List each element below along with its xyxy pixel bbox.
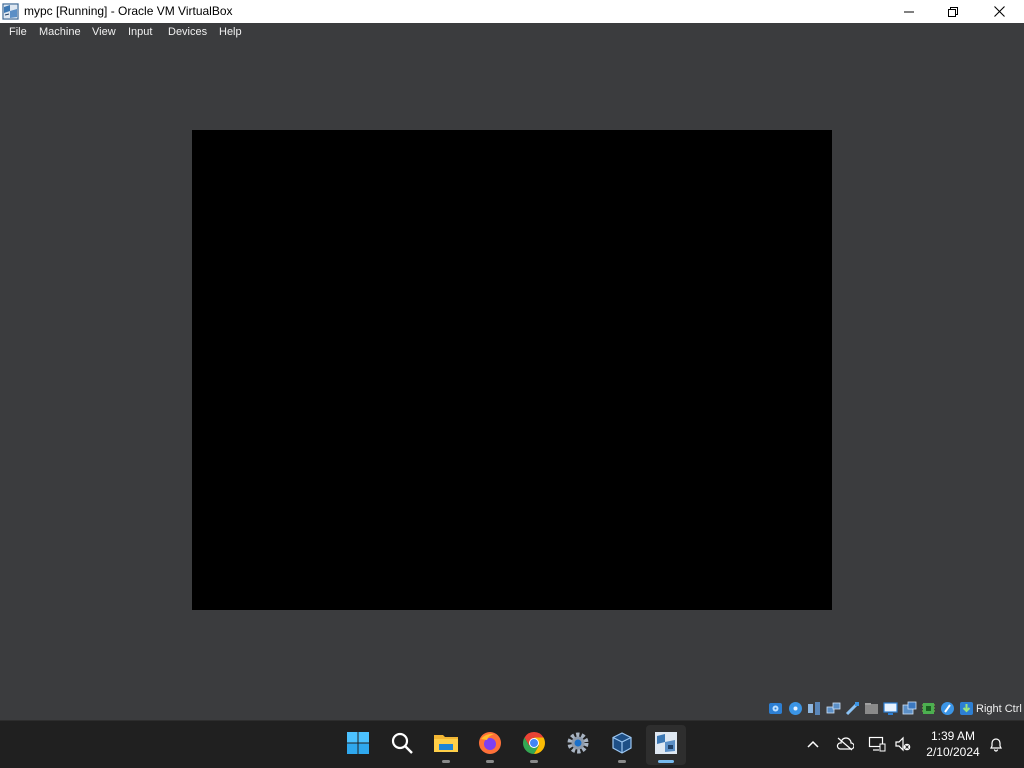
minimize-button[interactable]	[886, 0, 932, 23]
host-key-icon[interactable]	[959, 701, 974, 716]
chrome-button[interactable]	[514, 725, 554, 765]
recording-icon[interactable]	[902, 701, 917, 716]
running-indicator	[442, 760, 450, 763]
network-icon[interactable]	[868, 735, 886, 753]
menu-bar: File Machine View Input Devices Help	[0, 23, 1024, 42]
onedrive-icon[interactable]	[836, 735, 854, 753]
shared-folders-icon[interactable]	[864, 701, 879, 716]
running-indicator	[530, 760, 538, 763]
optical-drive-icon[interactable]	[788, 701, 803, 716]
virtualbox-manager-icon	[610, 731, 634, 759]
menu-view[interactable]: View	[92, 26, 116, 38]
file-explorer-icon	[433, 731, 459, 759]
menu-file[interactable]: File	[9, 26, 27, 38]
close-button[interactable]	[976, 0, 1022, 23]
chrome-icon	[522, 731, 546, 759]
cpu-icon[interactable]	[921, 701, 936, 716]
usb-icon[interactable]	[845, 701, 860, 716]
firefox-icon	[478, 731, 502, 759]
volume-muted-icon[interactable]	[894, 735, 912, 753]
window-title: mypc [Running] - Oracle VM VirtualBox	[24, 4, 233, 18]
running-indicator	[486, 760, 494, 763]
hard-disk-icon[interactable]	[768, 701, 783, 716]
vm-display[interactable]	[192, 130, 832, 610]
start-button[interactable]	[338, 725, 378, 765]
virtualbox-manager-button[interactable]	[602, 725, 642, 765]
virtualbox-icon[interactable]	[2, 3, 19, 20]
virtualbox-vm-button[interactable]	[646, 725, 686, 765]
taskbar	[0, 720, 1024, 768]
audio-icon[interactable]	[807, 701, 822, 716]
title-bar: mypc [Running] - Oracle VM VirtualBox	[0, 0, 1024, 23]
menu-devices[interactable]: Devices	[168, 26, 207, 38]
search-button[interactable]	[382, 725, 422, 765]
active-indicator	[658, 760, 674, 763]
file-explorer-button[interactable]	[426, 725, 466, 765]
restore-button[interactable]	[930, 0, 976, 23]
virtualbox-vm-icon	[654, 731, 678, 759]
menu-machine[interactable]: Machine	[39, 26, 81, 38]
start-icon	[346, 731, 370, 759]
firefox-button[interactable]	[470, 725, 510, 765]
clock-date: 2/10/2024	[926, 745, 980, 759]
show-hidden-icons-chevron[interactable]	[804, 735, 822, 753]
menu-help[interactable]: Help	[219, 26, 242, 38]
settings-icon	[566, 731, 590, 759]
clock-time: 1:39 AM	[930, 729, 976, 743]
clock[interactable]: 1:39 AM 2/10/2024	[920, 728, 986, 760]
host-key-label: Right Ctrl	[976, 703, 1022, 715]
network-icon[interactable]	[826, 701, 841, 716]
mouse-integration-icon[interactable]	[940, 701, 955, 716]
search-icon	[390, 731, 414, 759]
display-icon[interactable]	[883, 701, 898, 716]
menu-input[interactable]: Input	[128, 26, 152, 38]
settings-button[interactable]	[558, 725, 598, 765]
notification-bell-icon[interactable]	[987, 735, 1005, 753]
running-indicator	[618, 760, 626, 763]
